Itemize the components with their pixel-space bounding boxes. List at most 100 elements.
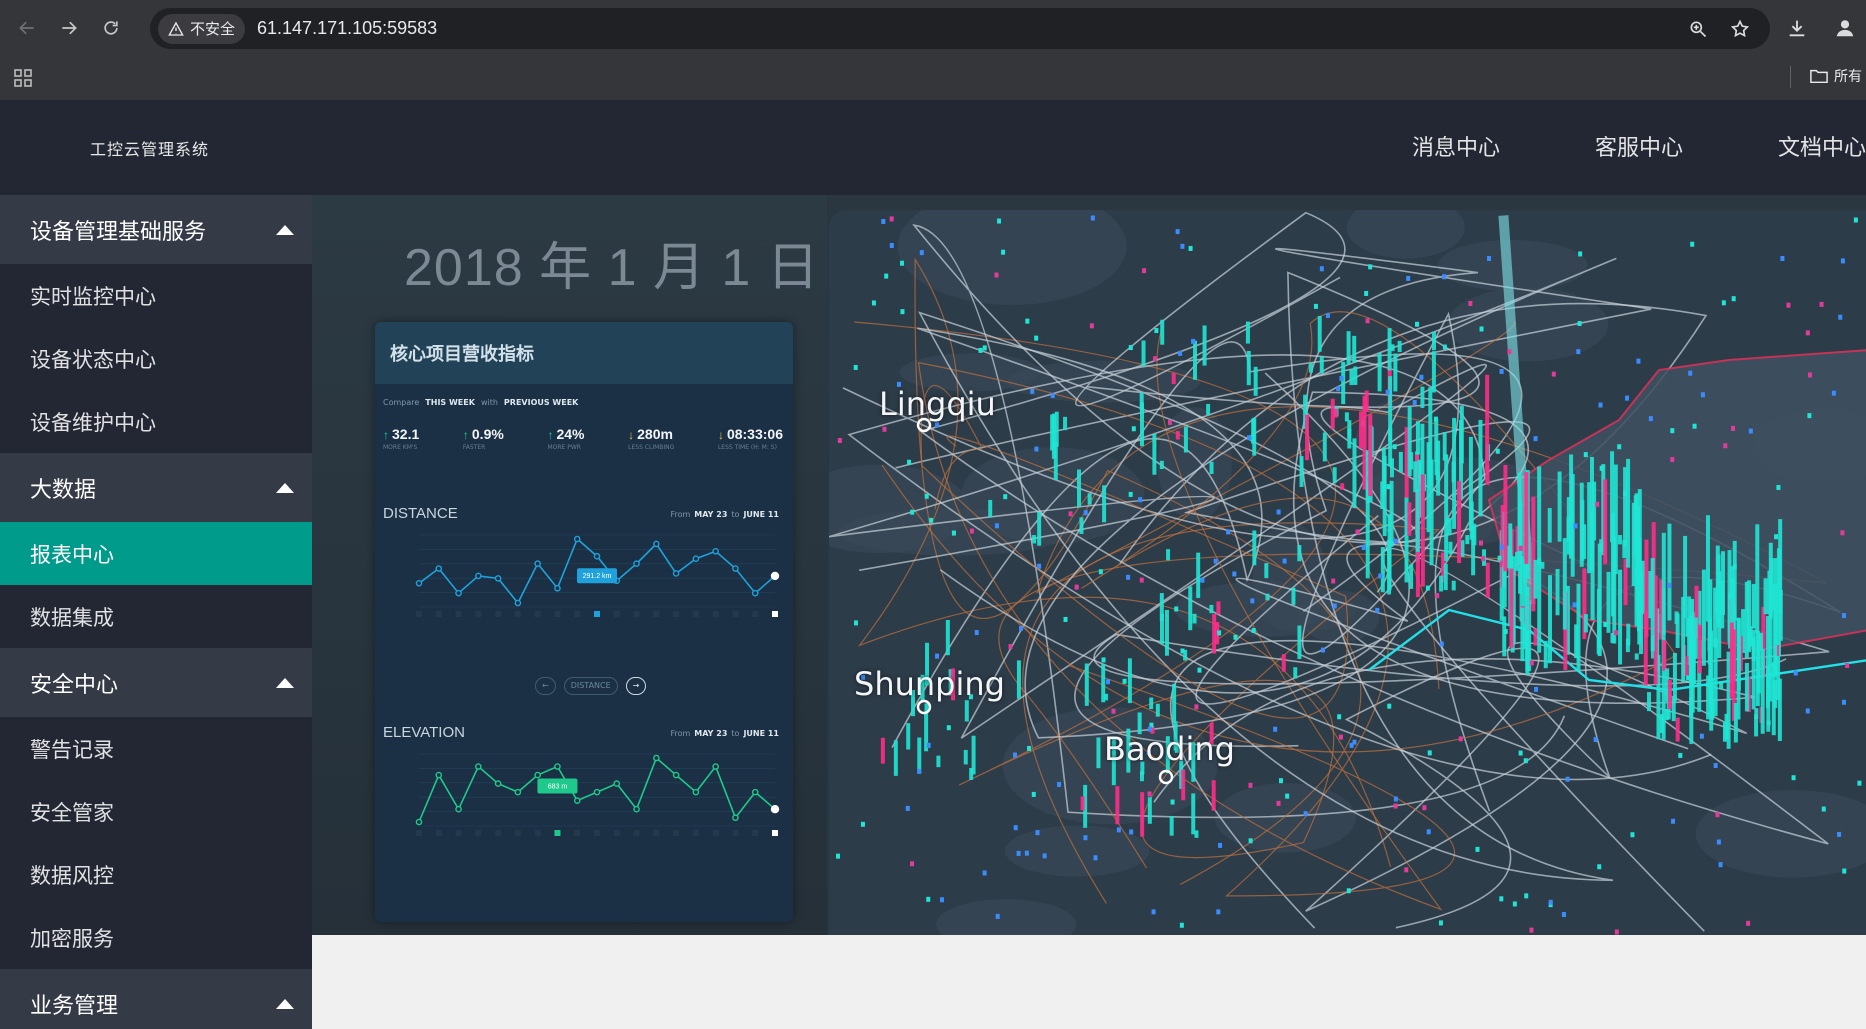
sidebar-item-alert-log[interactable]: 警告记录	[0, 717, 312, 780]
back-icon[interactable]	[12, 13, 42, 43]
sidebar-group-big-data[interactable]: 大数据	[0, 453, 312, 522]
data-dot	[1116, 827, 1121, 833]
data-bar	[1672, 652, 1677, 702]
data-dot	[935, 422, 940, 428]
data-dot	[1551, 371, 1556, 377]
nav-message-center[interactable]: 消息中心	[1317, 130, 1500, 162]
data-dot	[1630, 832, 1635, 838]
data-dot	[1319, 266, 1324, 272]
day-bar	[514, 611, 521, 617]
compare-this: THIS WEEK	[425, 398, 475, 407]
nav-customer-service[interactable]: 客服中心	[1500, 130, 1683, 162]
data-dot	[853, 364, 858, 370]
reload-icon[interactable]	[96, 13, 126, 43]
sidebar-item-device-status[interactable]: 设备状态中心	[0, 327, 312, 390]
data-dot	[1716, 839, 1721, 845]
zoom-icon[interactable]	[1688, 19, 1708, 39]
data-bar	[1409, 564, 1414, 589]
data-dot	[1027, 745, 1032, 751]
data-bar	[1368, 414, 1373, 497]
sidebar-group-security[interactable]: 安全中心	[0, 648, 312, 717]
sidebar-item-encryption[interactable]: 加密服务	[0, 906, 312, 969]
forward-icon[interactable]	[54, 13, 84, 43]
data-bar	[1080, 796, 1085, 811]
address-bar[interactable]: 不安全 61.147.171.105:59583	[150, 8, 1770, 49]
data-bar	[1705, 515, 1710, 622]
sidebar-item-security-steward[interactable]: 安全管家	[0, 780, 312, 843]
profile-icon[interactable]	[1834, 17, 1856, 39]
data-dot	[1339, 375, 1344, 381]
sidebar-item-data-integration[interactable]: 数据集成	[0, 585, 312, 648]
stat-value-text: 32.1	[392, 426, 420, 442]
bookmark-star-icon[interactable]	[1730, 19, 1750, 39]
compare-prev: PREVIOUS WEEK	[503, 398, 579, 407]
caret-up-icon	[276, 482, 294, 493]
day-bar	[673, 830, 680, 836]
data-dot	[1529, 927, 1534, 933]
data-bar	[1617, 535, 1622, 545]
data-bar	[1733, 702, 1738, 743]
data-bar	[1102, 485, 1107, 523]
pager-prev-button[interactable]: ←	[535, 677, 556, 695]
data-dot	[1840, 258, 1845, 264]
data-dot	[1780, 255, 1785, 261]
data-bar	[1245, 321, 1250, 344]
data-dot	[1147, 791, 1152, 797]
data-dot	[1495, 448, 1500, 454]
data-dot	[1122, 678, 1127, 684]
data-point	[633, 560, 640, 567]
data-dot	[1497, 555, 1502, 561]
data-dot	[1439, 641, 1444, 647]
elevation-chart: 683 m	[415, 753, 780, 836]
security-chip[interactable]: 不安全	[158, 13, 246, 44]
map-visualization: Lingqiu Shunping Baoding	[829, 210, 1866, 935]
data-dot	[935, 653, 940, 659]
data-dot	[1686, 675, 1691, 681]
day-bar	[752, 830, 759, 836]
sidebar-item-report-center[interactable]: 报表中心	[0, 522, 312, 585]
address-row: 不安全 61.147.171.105:59583	[0, 0, 1866, 56]
nav-docs-center[interactable]: 文档中心	[1683, 130, 1866, 162]
data-bar	[1352, 335, 1357, 363]
data-point	[672, 771, 680, 779]
data-bar	[1610, 633, 1615, 643]
arrow-down-icon: ↓	[628, 428, 635, 442]
sidebar-item-data-risk-control[interactable]: 数据风控	[0, 843, 312, 906]
data-bar	[1293, 667, 1298, 679]
data-dot	[1111, 708, 1116, 714]
data-dot	[1068, 511, 1073, 517]
data-dot	[1534, 686, 1539, 692]
top-nav: 消息中心 客服中心 文档中心	[1317, 130, 1866, 162]
data-bar	[964, 700, 969, 722]
stat-label: LESS CLIMBING	[628, 444, 675, 451]
download-icon[interactable]	[1786, 17, 1808, 39]
data-dot	[1481, 556, 1486, 562]
day-bar	[692, 611, 699, 617]
region-outline	[1487, 349, 1866, 652]
sidebar-item-realtime-monitor[interactable]: 实时监控中心	[0, 264, 312, 327]
data-dot	[1126, 574, 1131, 580]
data-dot	[940, 897, 945, 903]
compare-label: Compare	[383, 398, 420, 407]
data-bar	[1164, 609, 1169, 656]
data-bar	[1175, 431, 1180, 440]
data-bar	[1439, 575, 1444, 592]
sidebar-item-device-maintenance[interactable]: 设备维护中心	[0, 390, 312, 453]
data-dot	[1151, 909, 1156, 915]
data-dot	[1670, 457, 1675, 463]
data-bar	[1709, 630, 1714, 731]
sidebar-group-label: 业务管理	[30, 993, 119, 1019]
data-bar	[1773, 680, 1778, 708]
pager-next-button[interactable]: →	[625, 677, 647, 695]
data-dot	[1523, 758, 1528, 764]
data-dot	[1285, 793, 1290, 799]
data-dot	[1524, 893, 1529, 899]
sidebar-group-device-mgmt[interactable]: 设备管理基础服务	[0, 195, 312, 264]
data-bar	[1032, 535, 1037, 544]
sidebar-group-business[interactable]: 业务管理	[0, 969, 312, 1029]
data-dot	[1671, 818, 1676, 824]
all-bookmarks-folder[interactable]: 所有	[1810, 66, 1862, 86]
url-text[interactable]: 61.147.171.105:59583	[257, 18, 437, 39]
data-bar	[1380, 547, 1385, 593]
apps-grid-icon[interactable]	[14, 69, 32, 87]
